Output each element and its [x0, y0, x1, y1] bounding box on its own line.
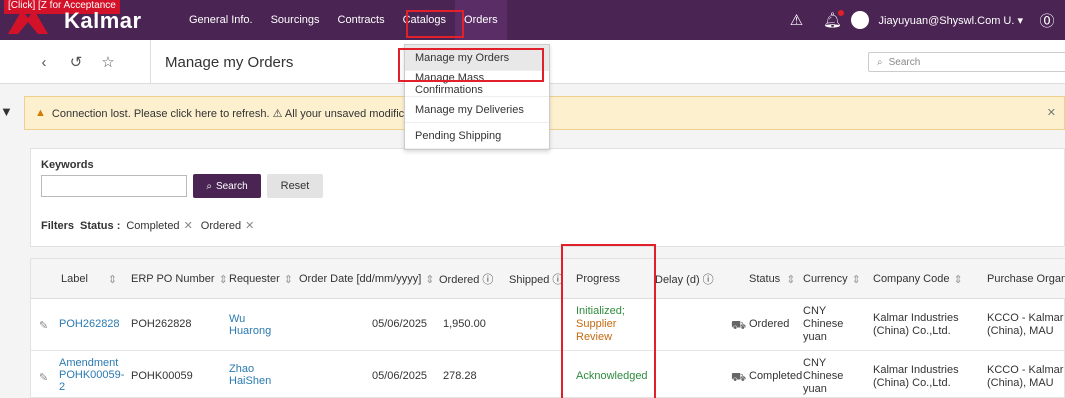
search-icon: ⌕ — [877, 56, 883, 68]
purchase-organization: KCCO - Kalmar Industr(China), MAU — [987, 312, 1065, 337]
warning-text: Connection lost. Please click here to re… — [51, 107, 447, 120]
filter-toggle-icon[interactable]: ▼ — [0, 104, 13, 119]
remove-icon[interactable]: ✕ — [245, 220, 254, 232]
filters-label: Filters — [41, 219, 75, 232]
po-label-link[interactable]: POH262828 — [59, 318, 120, 330]
status-filter-label: Status : — [80, 219, 121, 232]
notification-dot — [837, 10, 844, 16]
order-status: Ordered — [749, 318, 790, 330]
back-icon[interactable]: ‹ — [34, 52, 54, 72]
user-name: Jiayuyuan@Shyswl.Com U. ▾ — [878, 14, 1023, 27]
company-code: Kalmar Industries (China) Co.,Ltd. — [873, 364, 959, 389]
col-ordered[interactable]: Ordered ⓘ — [439, 259, 493, 299]
truck-icon: ⛟ — [731, 370, 747, 384]
search-button-label: Search — [215, 180, 248, 192]
nav-sourcings[interactable]: Sourcings — [262, 0, 329, 40]
col-status[interactable]: Status ⇕ — [749, 259, 795, 299]
keywords-label: Keywords — [41, 159, 94, 171]
filter-panel: Keywords ⌕ Search Reset Filters Status :… — [30, 148, 1065, 247]
user-avatar-icon — [850, 11, 869, 29]
col-erp-po-number[interactable]: ERP PO Number ⇕ — [131, 259, 228, 299]
page-title: Manage my Orders — [150, 40, 293, 84]
remove-icon[interactable]: ✕ — [184, 220, 193, 232]
erp-po-number: POHK00059 — [131, 370, 193, 382]
orders-table: Label ⇕ ERP PO Number ⇕ Requester ⇕ Order D… — [30, 258, 1065, 398]
order-status: Completed — [749, 370, 803, 382]
erp-po-number: POH262828 — [131, 318, 192, 330]
col-requester[interactable]: Requester ⇕ — [229, 259, 293, 299]
order-date: 05/06/2025 — [372, 318, 428, 330]
global-search-input[interactable]: ⌕ Search — [868, 52, 1065, 72]
nav-contracts[interactable]: Contracts — [329, 0, 394, 40]
search-placeholder: Search — [888, 56, 921, 68]
filter-chip-ordered[interactable]: Ordered ✕ — [201, 219, 255, 232]
purchase-organization: KCCO - Kalmar Industr(China), MAU — [987, 364, 1065, 389]
currency: CNY Chinese yuan — [803, 357, 844, 395]
close-icon[interactable]: ✕ — [1047, 106, 1056, 119]
col-currency[interactable]: Currency ⇕ — [803, 259, 861, 299]
edit-icon[interactable]: ✎ — [39, 371, 48, 384]
user-menu[interactable]: Jiayuyuan@Shyswl.Com U. ▾ — [850, 11, 1023, 29]
active-filters: Filters Status : Completed ✕ Ordered ✕ — [41, 219, 262, 233]
top-navbar: [Click] [Z for Acceptance Kalmar General… — [0, 0, 1065, 40]
company-code: Kalmar Industries (China) Co.,Ltd. — [873, 312, 959, 337]
col-order-date[interactable]: Order Date [dd/mm/yyyy] ⇕ — [299, 259, 434, 299]
page-nav-icons: ‹ ↺ ☆ — [34, 52, 130, 72]
edit-icon[interactable]: ✎ — [39, 319, 48, 332]
star-icon[interactable]: ☆ — [98, 52, 118, 72]
reset-button[interactable]: Reset — [267, 174, 323, 198]
nav-general-info[interactable]: General Info. — [180, 0, 262, 40]
col-delay[interactable]: Delay (d) ⓘ — [655, 259, 714, 299]
ordered-amount: 278.28 — [443, 370, 477, 382]
history-icon[interactable]: ↺ — [66, 52, 86, 72]
col-company-code[interactable]: Company Code ⇕ — [873, 259, 963, 299]
highlight-box-manage-my-orders — [398, 48, 544, 82]
po-label-link[interactable]: Amendment POHK00059- 2 — [59, 357, 124, 393]
requester-link[interactable]: Zhao HaiShen — [229, 363, 271, 387]
keywords-input[interactable] — [41, 175, 187, 197]
logo[interactable]: [Click] [Z for Acceptance Kalmar — [0, 0, 150, 40]
currency: CNY Chinese yuan — [803, 305, 844, 343]
table-header: Label ⇕ ERP PO Number ⇕ Requester ⇕ Order D… — [31, 259, 1065, 299]
menu-item-manage-my-deliveries[interactable]: Manage my Deliveries — [405, 97, 549, 123]
bell-icon[interactable]: 🔔︎ — [823, 10, 844, 29]
logo-text: Kalmar — [64, 8, 142, 33]
top-right-actions: ⚠ 🔔︎ Jiayuyuan@Shyswl.Com U. ▾ ⓪ — [779, 0, 1065, 40]
search-button[interactable]: ⌕ Search — [193, 174, 261, 198]
ordered-amount: 1,950.00 — [443, 318, 486, 330]
truck-icon: ⛟ — [731, 318, 747, 332]
table-row: ✎ POH262828 POH262828 Wu Huarong 05/06/20… — [31, 299, 1065, 351]
warning-icon[interactable]: ⚠ — [788, 11, 806, 29]
help-icon[interactable]: ⓪ — [1038, 11, 1056, 30]
highlight-box-orders — [406, 10, 464, 38]
menu-item-pending-shipping[interactable]: Pending Shipping — [405, 123, 549, 149]
table-row: ✎ Amendment POHK00059- 2 POHK00059 Zhao Hai… — [31, 351, 1065, 398]
highlight-box-progress-column — [561, 244, 656, 398]
order-date: 05/06/2025 — [372, 370, 428, 382]
col-label[interactable]: Label ⇕ — [61, 259, 117, 299]
col-shipped[interactable]: Shipped ⓘ — [509, 259, 563, 299]
alert-icon: ▲ — [35, 107, 46, 119]
requester-link[interactable]: Wu Huarong — [229, 313, 271, 337]
search-icon: ⌕ — [206, 180, 212, 192]
filter-chip-completed[interactable]: Completed ✕ — [126, 219, 192, 232]
col-purchase-organization[interactable]: Purchase Organization — [987, 259, 1065, 299]
